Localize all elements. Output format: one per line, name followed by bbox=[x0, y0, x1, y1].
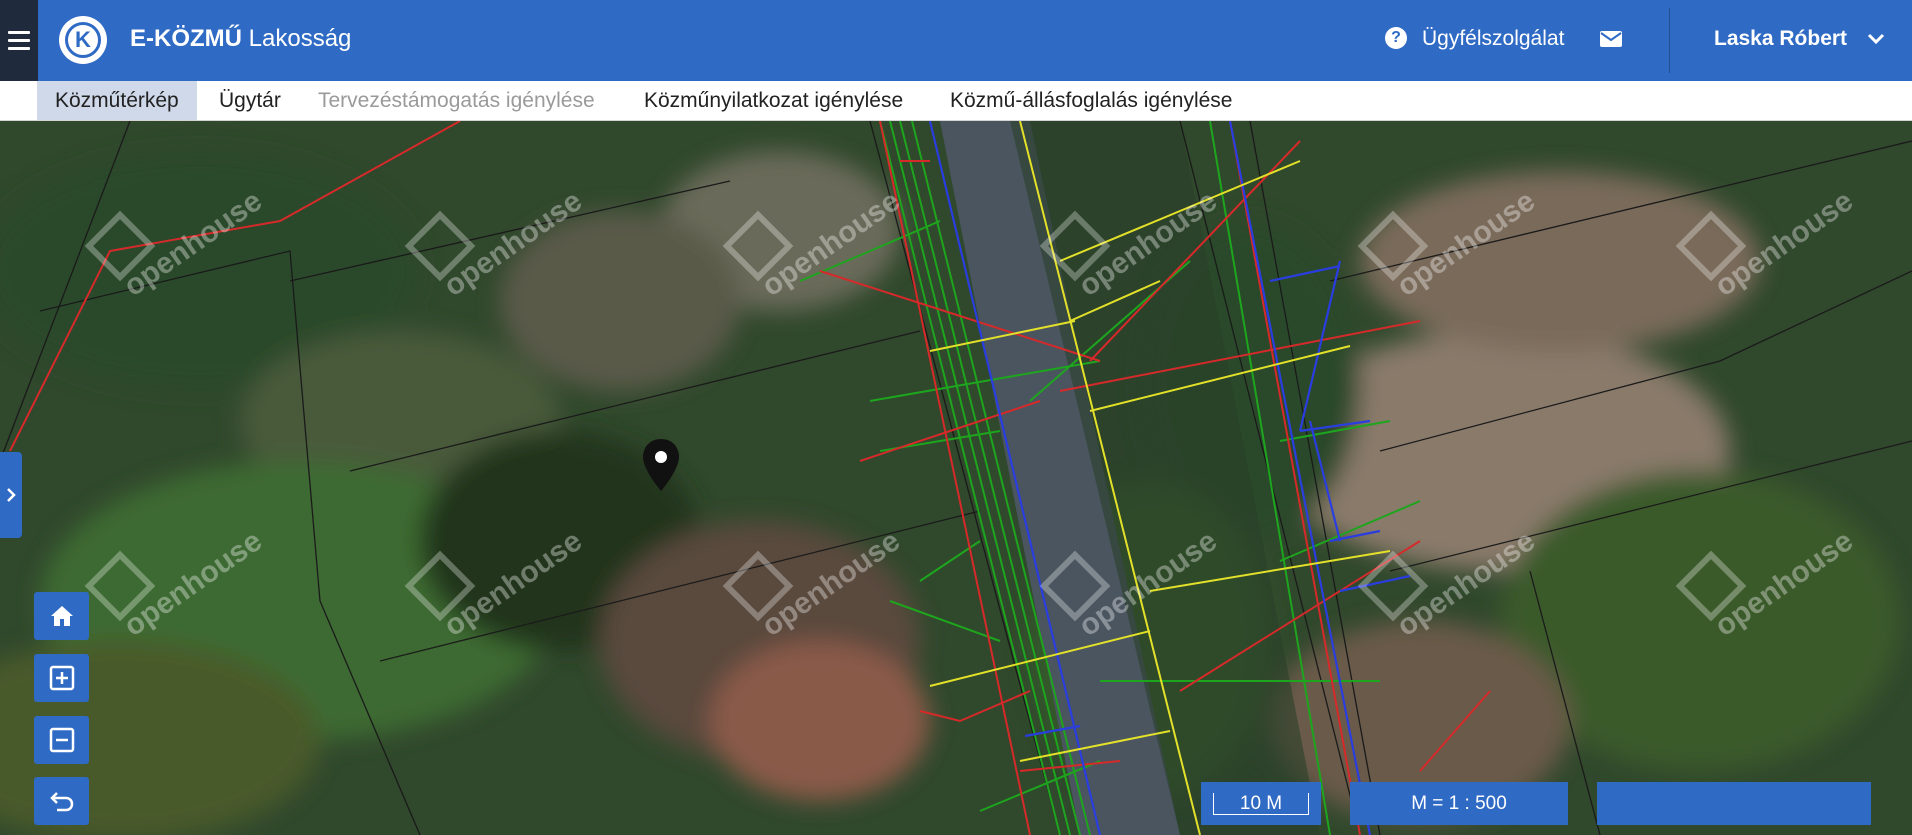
zoom-in-button[interactable] bbox=[34, 654, 89, 702]
zoom-out-icon bbox=[49, 727, 74, 753]
tab-kozmu-allasfoglalas[interactable]: Közmű-állásfoglalás igénylése bbox=[932, 81, 1251, 120]
zoom-out-button[interactable] bbox=[34, 716, 89, 764]
logo-letter: K bbox=[65, 22, 101, 58]
chevron-down-icon[interactable] bbox=[1865, 30, 1887, 48]
tab-kozmuterkep[interactable]: Közműtérkép bbox=[37, 81, 197, 120]
logo[interactable]: K bbox=[59, 16, 107, 64]
hamburger-menu-icon[interactable] bbox=[0, 0, 38, 81]
tab-tervezestamogatas: Tervezéstámogatás igénylése bbox=[318, 89, 595, 112]
satellite-map-layer[interactable] bbox=[0, 121, 1912, 835]
top-bar: K E-KÖZMŰ Lakosság ? Ügyfélszolgálat Las… bbox=[0, 0, 1912, 81]
header-divider bbox=[1669, 8, 1670, 73]
app-title: E-KÖZMŰ Lakosság bbox=[130, 25, 351, 53]
scale-bar-label: 10 M bbox=[1213, 792, 1309, 815]
user-name[interactable]: Laska Róbert bbox=[1714, 27, 1847, 51]
customer-service-link[interactable]: Ügyfélszolgálat bbox=[1422, 27, 1564, 51]
coordinate-display bbox=[1597, 782, 1871, 825]
map-view[interactable]: openhouse openhouse openhouse openhouse … bbox=[0, 121, 1912, 835]
scale-bar: 10 M bbox=[1201, 782, 1321, 825]
tab-ugytar[interactable]: Ügytár bbox=[201, 81, 299, 120]
chevron-right-icon bbox=[7, 488, 16, 502]
back-icon bbox=[49, 792, 73, 812]
brand-subtitle: Lakosság bbox=[248, 25, 352, 52]
mail-icon[interactable] bbox=[1599, 30, 1623, 48]
side-panel-toggle[interactable] bbox=[0, 452, 22, 538]
help-icon[interactable]: ? bbox=[1385, 27, 1407, 49]
scale-ratio[interactable]: M = 1 : 500 bbox=[1350, 782, 1568, 825]
tab-kozmunyilatkozat[interactable]: Közműnyilatkozat igénylése bbox=[626, 81, 921, 120]
location-pin-icon[interactable] bbox=[640, 437, 682, 493]
zoom-in-icon bbox=[49, 665, 74, 691]
home-button[interactable] bbox=[34, 592, 89, 640]
main-nav: Közműtérkép Ügytár Tervezéstámogatás igé… bbox=[0, 81, 1912, 121]
home-icon bbox=[50, 606, 73, 626]
back-button[interactable] bbox=[34, 777, 89, 825]
brand-name: E-KÖZMŰ bbox=[130, 25, 242, 52]
